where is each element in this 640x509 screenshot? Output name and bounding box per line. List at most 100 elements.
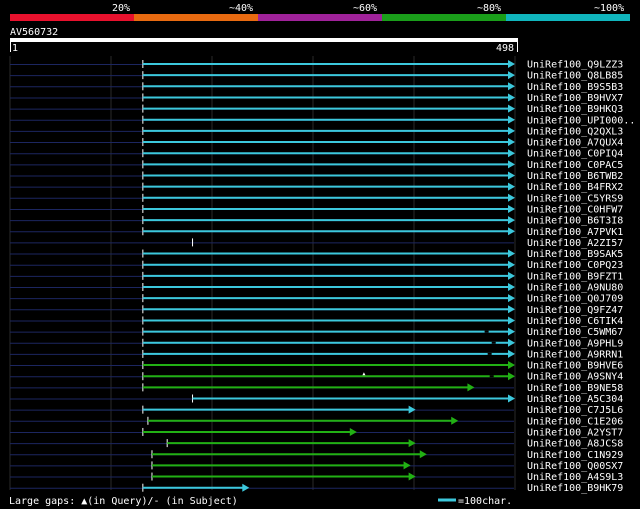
hit-row[interactable]: UniRef100_A7QUX4 [10,138,623,149]
hit-arrowhead [508,193,515,202]
hit-row[interactable]: UniRef100_B6T3I8 [10,216,623,227]
hit-name[interactable]: UniRef100_A4S9L3 [527,472,623,483]
hit-name[interactable]: UniRef100_A7QUX4 [527,138,623,149]
hit-name[interactable]: UniRef100_Q2QXL3 [527,126,623,137]
hit-row[interactable]: UniRef100_Q9LZZ3 [10,60,623,71]
hit-row[interactable]: UniRef100_UPI000.. [10,115,635,126]
hit-row[interactable]: UniRef100_A7PVK1 [10,227,623,238]
hit-name[interactable]: UniRef100_UPI000.. [527,115,635,126]
hit-name[interactable]: UniRef100_Q0J709 [527,294,623,305]
hit-name[interactable]: UniRef100_C1N929 [527,450,623,461]
hit-arrowhead [403,461,411,470]
hit-row[interactable]: UniRef100_C7J5L6 [10,405,623,416]
hit-name[interactable]: UniRef100_C5YRS9 [527,193,623,204]
query-name: AV560732 [10,27,58,38]
hit-name[interactable]: UniRef100_A8JCS8 [527,439,623,450]
hit-name[interactable]: UniRef100_A7PVK1 [527,227,623,238]
hit-name[interactable]: UniRef100_C6TIK4 [527,316,623,327]
hit-name[interactable]: UniRef100_Q9LZZ3 [527,60,623,71]
hit-row[interactable]: UniRef100_A9NU80 [10,283,623,294]
hit-name[interactable]: UniRef100_B9S5B3 [527,82,623,93]
hit-row[interactable]: UniRef100_C1N929 [10,450,623,461]
hit-arrowhead [508,160,515,169]
hit-name[interactable]: UniRef100_C5WM67 [527,327,623,338]
hit-row[interactable]: UniRef100_C0PIQ4 [10,149,623,160]
hit-row[interactable]: UniRef100_Q8LB85 [10,71,623,82]
hit-row[interactable]: UniRef100_B9S5B3 [10,82,623,93]
hit-name[interactable]: UniRef100_B6TWB2 [527,171,623,182]
hit-arrowhead [508,372,515,381]
hit-name[interactable]: UniRef100_Q00SX7 [527,461,623,472]
hit-name[interactable]: UniRef100_B9NE58 [527,383,623,394]
hit-name[interactable]: UniRef100_B9SAK5 [527,249,623,260]
hit-row[interactable]: UniRef100_C5WM67 [10,327,623,338]
hit-name[interactable]: UniRef100_C0PQ23 [527,260,623,271]
hit-name[interactable]: UniRef100_A9SNY4 [527,372,623,383]
hit-arrowhead [508,71,515,80]
hit-row[interactable]: UniRef100_C6TIK4 [10,316,623,327]
hit-row[interactable]: UniRef100_C1E206 [10,416,623,427]
hit-name[interactable]: UniRef100_B9HK79 [527,483,623,494]
large-gaps-legend: Large gaps: ▲(in Query)/- (in Subject) [9,496,238,507]
hit-arrowhead [419,450,427,459]
hit-arrowhead [508,394,515,403]
hit-name[interactable]: UniRef100_B6T3I8 [527,216,623,227]
hit-arrowhead [508,171,515,180]
hit-name[interactable]: UniRef100_B9HVE6 [527,361,623,372]
hit-arrowhead [508,338,515,347]
hit-name[interactable]: UniRef100_A2YST7 [527,427,623,438]
hit-row[interactable]: UniRef100_A8JCS8 [10,439,623,450]
hit-row[interactable]: UniRef100_B4FRX2 [10,182,623,193]
hit-row[interactable]: UniRef100_Q2QXL3 [10,126,623,137]
hit-name[interactable]: UniRef100_A5C304 [527,394,623,405]
hit-row[interactable]: UniRef100_A2ZI57 [10,238,623,249]
hit-arrowhead [508,138,515,147]
scale-segment-100 [506,14,630,21]
hit-arrowhead [508,305,515,314]
hit-arrowhead [508,349,515,358]
hit-name[interactable]: UniRef100_A9RRN1 [527,349,623,360]
hit-name[interactable]: UniRef100_B9FZT1 [527,271,623,282]
hit-name[interactable]: UniRef100_A9PHL9 [527,338,623,349]
hit-name[interactable]: UniRef100_A2ZI57 [527,238,623,249]
hit-name[interactable]: UniRef100_C0PIQ4 [527,149,623,160]
hit-name[interactable]: UniRef100_C7J5L6 [527,405,623,416]
hit-arrowhead [508,283,515,291]
hit-name[interactable]: UniRef100_A9NU80 [527,283,623,294]
hit-row[interactable]: UniRef100_A2YST7 [10,427,623,438]
hit-arrowhead [508,271,515,280]
hit-row[interactable]: UniRef100_C0HFW7 [10,204,623,215]
hit-row[interactable]: UniRef100_B6TWB2 [10,171,623,182]
scale-bar-label: =100char. [458,496,512,507]
hit-row[interactable]: UniRef100_C0PAC5 [10,160,623,171]
hit-row[interactable]: UniRef100_B9FZT1 [10,271,623,282]
hit-row[interactable]: UniRef100_B9HVX7 [10,93,623,104]
hit-row[interactable]: UniRef100_Q0J709 [10,294,623,305]
hit-name[interactable]: UniRef100_B9HKQ3 [527,104,623,115]
hit-arrowhead [508,126,515,135]
hit-name[interactable]: UniRef100_C0HFW7 [527,204,623,215]
hit-arrowhead [508,182,515,191]
hit-row[interactable]: UniRef100_A9RRN1 [10,349,623,360]
hit-row[interactable]: UniRef100_A9PHL9 [10,338,623,349]
hit-arrowhead [408,439,416,448]
hit-name[interactable]: UniRef100_C1E206 [527,416,623,427]
hit-row[interactable]: UniRef100_B9NE58 [10,383,623,394]
legend-area: Large gaps: ▲(in Query)/- (in Subject) =… [9,496,512,507]
hit-row[interactable]: UniRef100_C5YRS9 [10,193,623,204]
hit-row[interactable]: UniRef100_C0PQ23 [10,260,623,271]
hit-name[interactable]: UniRef100_C0PAC5 [527,160,623,171]
hit-row[interactable]: UniRef100_B9HVE6 [10,361,623,372]
hit-name[interactable]: UniRef100_Q8LB85 [527,71,623,82]
hit-name[interactable]: UniRef100_B9HVX7 [527,93,623,104]
hit-row[interactable]: UniRef100_Q9FZ47 [10,305,623,316]
hit-row[interactable]: UniRef100_A9SNY4 [10,372,623,383]
hit-name[interactable]: UniRef100_B4FRX2 [527,182,623,193]
hit-row[interactable]: UniRef100_B9SAK5 [10,249,623,260]
hit-row[interactable]: UniRef100_Q00SX7 [10,461,623,472]
hit-row[interactable]: UniRef100_B9HK79 [10,483,623,494]
hit-row[interactable]: UniRef100_B9HKQ3 [10,104,623,115]
hit-row[interactable]: UniRef100_A4S9L3 [10,472,623,483]
hit-name[interactable]: UniRef100_Q9FZ47 [527,305,623,316]
hit-row[interactable]: UniRef100_A5C304 [10,394,623,405]
